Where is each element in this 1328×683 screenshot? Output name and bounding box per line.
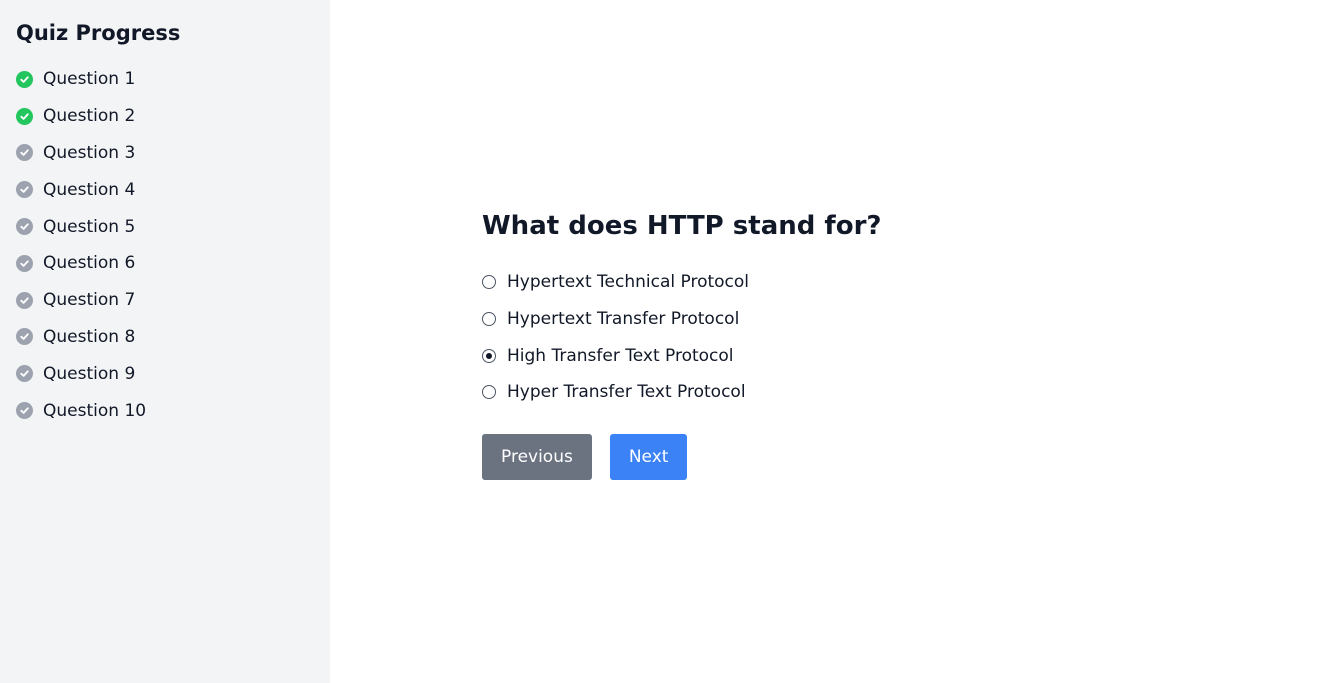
answer-option-3[interactable]: High Transfer Text Protocol bbox=[482, 337, 881, 374]
check-circle-icon bbox=[16, 181, 33, 199]
check-circle-icon bbox=[16, 328, 33, 346]
question-title: What does HTTP stand for? bbox=[482, 211, 882, 241]
sidebar-item-label: Question 5 bbox=[43, 216, 136, 237]
radio-button[interactable] bbox=[482, 348, 496, 363]
sidebar-item-question-5[interactable]: Question 5 bbox=[16, 208, 314, 245]
sidebar-item-question-2[interactable]: Question 2 bbox=[16, 98, 314, 135]
answer-label: High Transfer Text Protocol bbox=[507, 345, 734, 366]
sidebar-item-question-1[interactable]: Question 1 bbox=[16, 61, 314, 98]
sidebar-item-label: Question 4 bbox=[43, 179, 136, 200]
question-card: What does HTTP stand for? Hypertext Tech… bbox=[482, 208, 881, 480]
answer-label: Hypertext Transfer Protocol bbox=[507, 309, 740, 330]
main-content: What does HTTP stand for? Hypertext Tech… bbox=[330, 0, 1328, 683]
sidebar-item-question-10[interactable]: Question 10 bbox=[16, 392, 314, 429]
sidebar-item-question-9[interactable]: Question 9 bbox=[16, 355, 314, 392]
sidebar-item-label: Question 3 bbox=[43, 142, 136, 163]
sidebar-item-label: Question 6 bbox=[43, 253, 136, 274]
quiz-app: Quiz Progress Question 1 Question 2 Ques… bbox=[0, 0, 1328, 683]
radio-button[interactable] bbox=[482, 275, 496, 290]
sidebar-item-label: Question 7 bbox=[43, 290, 136, 311]
answer-label: Hypertext Technical Protocol bbox=[507, 272, 750, 293]
check-circle-icon bbox=[16, 365, 33, 383]
sidebar-item-question-8[interactable]: Question 8 bbox=[16, 319, 314, 356]
sidebar-item-question-3[interactable]: Question 3 bbox=[16, 135, 314, 172]
question-progress-list: Question 1 Question 2 Question 3 Questio… bbox=[16, 61, 314, 429]
answer-option-1[interactable]: Hypertext Technical Protocol bbox=[482, 264, 881, 301]
sidebar-item-label: Question 1 bbox=[43, 69, 136, 90]
sidebar-item-label: Question 8 bbox=[43, 326, 136, 347]
sidebar-item-label: Question 10 bbox=[43, 400, 147, 421]
next-button[interactable]: Next bbox=[609, 433, 688, 480]
check-circle-icon bbox=[16, 402, 33, 420]
check-circle-icon bbox=[16, 107, 33, 125]
check-circle-icon bbox=[16, 291, 33, 309]
sidebar-item-label: Question 2 bbox=[43, 106, 136, 127]
radio-button[interactable] bbox=[482, 385, 496, 400]
radio-button[interactable] bbox=[482, 312, 496, 327]
previous-button[interactable]: Previous bbox=[482, 433, 592, 480]
sidebar-item-label: Question 9 bbox=[43, 363, 136, 384]
answer-option-2[interactable]: Hypertext Transfer Protocol bbox=[482, 301, 881, 338]
sidebar-item-question-7[interactable]: Question 7 bbox=[16, 282, 314, 319]
sidebar-item-question-4[interactable]: Question 4 bbox=[16, 171, 314, 208]
sidebar-title: Quiz Progress bbox=[16, 21, 181, 45]
sidebar-item-question-6[interactable]: Question 6 bbox=[16, 245, 314, 282]
sidebar: Quiz Progress Question 1 Question 2 Ques… bbox=[0, 0, 330, 683]
answer-options: Hypertext Technical Protocol Hypertext T… bbox=[482, 264, 881, 411]
check-circle-icon bbox=[16, 70, 33, 88]
navigation-buttons: Previous Next bbox=[482, 433, 881, 480]
check-circle-icon bbox=[16, 218, 33, 236]
answer-option-4[interactable]: Hyper Transfer Text Protocol bbox=[482, 374, 881, 411]
answer-label: Hyper Transfer Text Protocol bbox=[507, 382, 746, 403]
check-circle-icon bbox=[16, 144, 33, 162]
check-circle-icon bbox=[16, 254, 33, 272]
